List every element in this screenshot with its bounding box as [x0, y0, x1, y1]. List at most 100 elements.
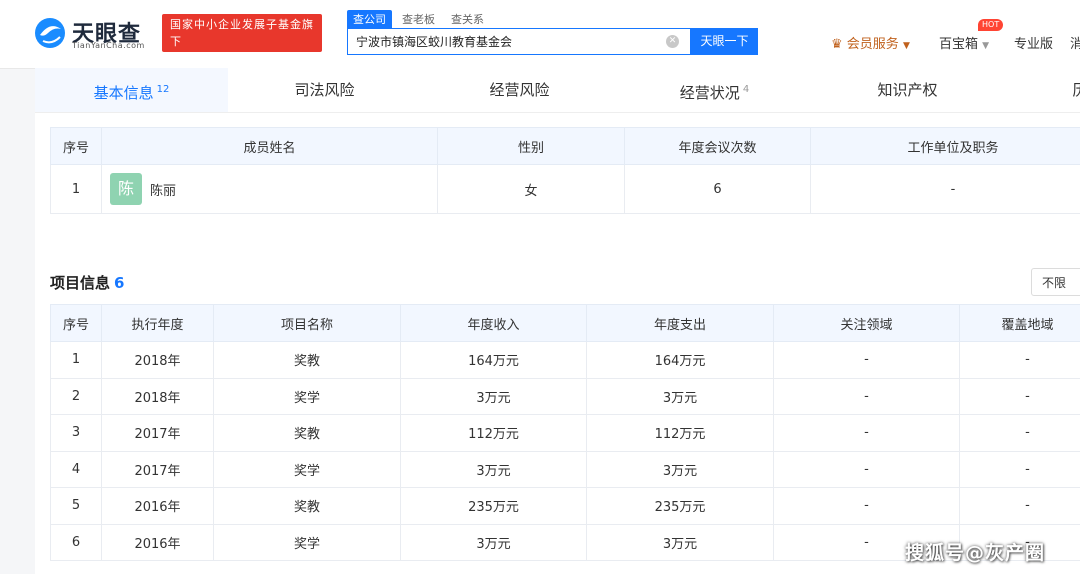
gov-badge: 国家中小企业发展子基金旗下 官方备案企业征信机构 [162, 14, 322, 65]
tab-history[interactable]: 历 [1060, 68, 1080, 112]
logo-subtitle: TianYanCha.com [72, 41, 145, 50]
table-row: 3 2017年 奖教 112万元 112万元 - - [50, 414, 1080, 452]
gov-badge-line2: 官方备案企业征信机构 [170, 52, 290, 65]
col-header-income: 年度收入 [400, 304, 587, 342]
cell-expense: 3万元 [586, 450, 774, 488]
cell-index: 1 [50, 164, 102, 214]
tab-legal-risk[interactable]: 司法风险 [228, 68, 421, 112]
members-table: 序号 成员姓名 性别 年度会议次数 工作单位及职务 1 陈陈丽 女 6 - [50, 127, 1080, 214]
clear-icon[interactable]: ✕ [666, 35, 679, 48]
cell-index: 1 [50, 341, 102, 379]
col-header-expense: 年度支出 [586, 304, 774, 342]
logo-mark-icon [35, 18, 65, 48]
search-tab-company[interactable]: 查公司 [347, 10, 392, 28]
cell-region: - [959, 450, 1080, 488]
search-box: ✕ [347, 28, 691, 55]
avatar: 陈 [110, 173, 142, 205]
cell-gender: 女 [437, 164, 625, 214]
cell-index: 5 [50, 487, 102, 525]
col-header-name: 成员姓名 [101, 127, 438, 165]
search-tab-relation[interactable]: 查关系 [445, 10, 490, 28]
table-header-row: 序号 成员姓名 性别 年度会议次数 工作单位及职务 [50, 127, 1080, 165]
tab-count: 4 [742, 84, 750, 95]
cell-expense: 235万元 [586, 487, 774, 525]
cell-project: 奖教 [213, 487, 401, 525]
col-header-year: 执行年度 [101, 304, 214, 342]
col-header-focus: 关注领域 [773, 304, 960, 342]
watermark: 搜狐号@灰产圈 [905, 542, 1046, 564]
cell-focus: - [773, 487, 960, 525]
table-row: 2 2018年 奖学 3万元 3万元 - - [50, 377, 1080, 415]
tianyancha-logo[interactable]: 天眼查 TianYanCha.com [34, 14, 154, 54]
tab-label: 司法风险 [294, 81, 355, 99]
main-content: 基本信息 12 司法风险 经营风险 经营状况 4 知识产权 历 序号 成员姓名 性别… [35, 68, 1080, 574]
tab-label: 经营风险 [489, 81, 550, 99]
top-header: 天眼查 TianYanCha.com 国家中小企业发展子基金旗下 官方备案企业征… [0, 0, 1080, 69]
nav-message[interactable]: 消 [1070, 33, 1080, 52]
nav-toolbox[interactable]: 百宝箱 ▼ [939, 33, 989, 52]
col-header-position: 工作单位及职务 [810, 127, 1080, 165]
tab-operation-risk[interactable]: 经营风险 [421, 68, 618, 112]
cell-income: 3万元 [400, 523, 587, 561]
projects-title-label: 项目信息 [50, 274, 111, 292]
cell-region: - [959, 377, 1080, 415]
col-header-index: 序号 [50, 304, 102, 342]
nav-vip-service[interactable]: ♛ 会员服务 ▼ [831, 33, 910, 52]
cell-project: 奖教 [213, 341, 401, 379]
chevron-down-icon: ▼ [902, 41, 910, 51]
cell-expense: 164万元 [586, 341, 774, 379]
nav-pro-version[interactable]: 专业版 [1014, 33, 1053, 52]
cell-year: 2017年 [101, 414, 214, 452]
cell-income: 112万元 [400, 414, 587, 452]
search-input[interactable] [348, 29, 674, 54]
col-header-gender: 性别 [437, 127, 625, 165]
tab-count: 12 [156, 84, 170, 95]
tab-basic-info[interactable]: 基本信息 12 [35, 68, 228, 112]
cell-focus: - [773, 450, 960, 488]
hot-badge: HOT [978, 19, 1004, 31]
crown-icon: ♛ [831, 37, 843, 52]
chevron-down-icon: ▼ [982, 41, 990, 51]
cell-index: 4 [50, 450, 102, 488]
table-row: 5 2016年 奖教 235万元 235万元 - - [50, 487, 1080, 525]
cell-year: 2016年 [101, 487, 214, 525]
cell-income: 235万元 [400, 487, 587, 525]
cell-index: 2 [50, 377, 102, 415]
projects-table: 序号 执行年度 项目名称 年度收入 年度支出 关注领域 覆盖地域 1 2018年… [50, 304, 1080, 561]
cell-income: 3万元 [400, 450, 587, 488]
search-button[interactable]: 天眼一下 [691, 28, 758, 55]
cell-region: - [959, 341, 1080, 379]
search-tab-boss[interactable]: 查老板 [396, 10, 441, 28]
cell-year: 2018年 [101, 341, 214, 379]
year-filter-select[interactable]: 不限 [1031, 268, 1080, 296]
cell-index: 6 [50, 523, 102, 561]
tab-label: 经营状况 [679, 84, 740, 102]
cell-meetings: 6 [624, 164, 811, 214]
cell-year: 2018年 [101, 377, 214, 415]
cell-index: 3 [50, 414, 102, 452]
table-header-row: 序号 执行年度 项目名称 年度收入 年度支出 关注领域 覆盖地域 [50, 304, 1080, 342]
tab-operation-status[interactable]: 经营状况 4 [618, 68, 811, 112]
tab-ip[interactable]: 知识产权 [811, 68, 1004, 112]
table-row: 4 2017年 奖学 3万元 3万元 - - [50, 450, 1080, 488]
table-row: 1 陈陈丽 女 6 - [50, 164, 1080, 214]
tab-label: 基本信息 [93, 84, 154, 102]
cell-region: - [959, 414, 1080, 452]
table-row: 1 2018年 奖教 164万元 164万元 - - [50, 341, 1080, 379]
cell-focus: - [773, 377, 960, 415]
cell-income: 164万元 [400, 341, 587, 379]
cell-region: - [959, 487, 1080, 525]
cell-expense: 3万元 [586, 377, 774, 415]
cell-year: 2016年 [101, 523, 214, 561]
member-name: 陈丽 [150, 183, 177, 199]
nav-vip-label: 会员服务 [846, 37, 899, 52]
cell-project: 奖学 [213, 523, 401, 561]
cell-project: 奖学 [213, 377, 401, 415]
projects-title: 项目信息 6 [50, 272, 124, 293]
cell-member: 陈陈丽 [101, 164, 438, 214]
cell-income: 3万元 [400, 377, 587, 415]
col-header-region: 覆盖地域 [959, 304, 1080, 342]
col-header-project: 项目名称 [213, 304, 401, 342]
cell-expense: 112万元 [586, 414, 774, 452]
cell-expense: 3万元 [586, 523, 774, 561]
